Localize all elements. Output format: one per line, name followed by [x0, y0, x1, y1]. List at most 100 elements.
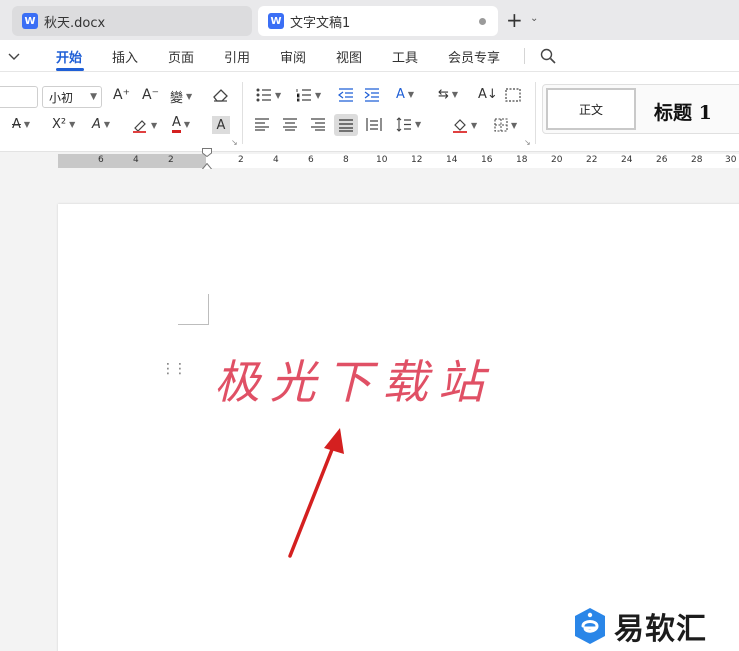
- menu-membership[interactable]: 会员专享: [448, 47, 500, 66]
- document-text[interactable]: 极光下载站: [214, 346, 494, 412]
- paint-bucket-icon: [453, 119, 467, 133]
- borders-button[interactable]: ▼: [494, 118, 517, 132]
- shrink-font-icon: A⁻: [142, 87, 159, 103]
- paragraph-dialog-launcher-icon[interactable]: ↘: [524, 138, 531, 147]
- style-heading-1[interactable]: 标题 1: [654, 98, 712, 125]
- tab-document-1[interactable]: W 文字文稿1: [258, 6, 498, 36]
- chevron-down-icon: ▼: [415, 120, 422, 129]
- character-shading-icon: A: [216, 117, 226, 133]
- ruler-tick-label: 4: [273, 155, 279, 165]
- font-dialog-launcher-icon[interactable]: ↘: [231, 138, 238, 147]
- shading-button[interactable]: ▼: [452, 117, 477, 133]
- align-center-icon: [283, 118, 297, 131]
- search-icon[interactable]: [540, 48, 556, 64]
- highlight-button[interactable]: ▼: [132, 117, 157, 133]
- strikethrough-button[interactable]: A ▼: [12, 117, 30, 132]
- chevron-down-icon: ▼: [511, 120, 518, 130]
- menu-tools[interactable]: 工具: [392, 47, 418, 66]
- chevron-down-icon[interactable]: ⌄: [530, 13, 538, 24]
- text-direction-button[interactable]: ⇆ ▼: [438, 87, 458, 102]
- align-center-button[interactable]: [282, 118, 298, 131]
- align-justify-button[interactable]: [334, 114, 358, 136]
- chevron-down-icon[interactable]: [8, 51, 20, 61]
- shrink-font-button[interactable]: A⁻: [142, 87, 159, 103]
- active-tab-indicator: [56, 68, 84, 71]
- bullet-list-icon: [256, 88, 271, 102]
- align-right-button[interactable]: [310, 118, 326, 131]
- highlighter-icon: [133, 120, 146, 133]
- align-justify-icon: [339, 118, 353, 132]
- chinese-layout-button[interactable]: A ▼: [396, 87, 414, 102]
- ruler-tick-label: 18: [516, 155, 528, 165]
- drag-handle-icon[interactable]: ⋮⋮: [161, 362, 187, 376]
- watermark-text: 易软汇: [614, 612, 707, 647]
- superscript-button[interactable]: X² ▼: [52, 117, 75, 132]
- divider: [524, 48, 525, 64]
- paragraph-marks-icon: [505, 88, 521, 102]
- chevron-down-icon: ▼: [23, 120, 31, 129]
- wps-writer-icon: W: [22, 13, 38, 29]
- numbered-list-button[interactable]: ▼: [296, 88, 321, 102]
- increase-indent-button[interactable]: [364, 88, 380, 102]
- ruler-tick-label: 12: [411, 155, 423, 165]
- chevron-down-icon: ▼: [471, 120, 478, 130]
- ruler-tick-label: 6: [308, 155, 314, 165]
- text-effect-icon: A: [92, 117, 101, 132]
- chevron-down-icon: ▼: [151, 120, 158, 130]
- increase-indent-icon: [364, 88, 379, 102]
- strikethrough-icon: A: [12, 117, 21, 132]
- menu-home[interactable]: 开始: [56, 47, 82, 66]
- chevron-down-icon: ▼: [275, 90, 282, 100]
- chevron-down-icon: ▼: [103, 120, 111, 129]
- ruler-margin-area: [58, 154, 206, 168]
- grow-font-button[interactable]: A⁺: [113, 87, 130, 103]
- distribute-button[interactable]: [366, 117, 382, 132]
- menu-page[interactable]: 页面: [168, 47, 194, 66]
- tab-document-autumn[interactable]: W 秋天.docx: [12, 6, 252, 36]
- ruler-tick-label: 20: [551, 155, 563, 165]
- font-color-button[interactable]: A ▼: [172, 116, 190, 133]
- divider: [242, 82, 243, 144]
- phonetic-guide-button[interactable]: 變 ▼: [170, 87, 192, 106]
- ruler-tick-label: 2: [168, 155, 174, 165]
- chevron-down-icon: ▼: [315, 90, 322, 100]
- font-size-select[interactable]: 小初 ▼: [42, 86, 102, 108]
- ruler-tick-label: 10: [376, 155, 388, 165]
- horizontal-ruler[interactable]: 6 4 2 2 4 6 8 10 12 14 16 18 20 22 24 26…: [58, 154, 739, 168]
- menu-view[interactable]: 视图: [336, 47, 362, 66]
- menu-references[interactable]: 引用: [224, 47, 250, 66]
- eraser-icon: [213, 89, 228, 102]
- clear-format-button[interactable]: [212, 87, 229, 102]
- sort-button[interactable]: A↓: [478, 87, 498, 102]
- font-family-select[interactable]: [0, 86, 38, 108]
- first-line-indent-handle[interactable]: [202, 148, 212, 157]
- menu-review[interactable]: 审阅: [280, 47, 306, 66]
- ruler-tick-label: 16: [481, 155, 493, 165]
- chevron-down-icon: ▼: [90, 92, 97, 102]
- new-tab-button[interactable]: +: [506, 10, 523, 30]
- chevron-down-icon: ▼: [183, 120, 191, 129]
- distribute-icon: [366, 118, 382, 131]
- style-normal[interactable]: 正文: [546, 88, 636, 130]
- show-marks-button[interactable]: [505, 88, 521, 102]
- line-spacing-icon: [396, 117, 411, 132]
- decrease-indent-button[interactable]: [338, 88, 354, 102]
- ruler-tick-label: 8: [343, 155, 349, 165]
- chevron-down-icon: ▼: [407, 90, 415, 99]
- numbered-list-icon: [296, 89, 311, 102]
- text-effect-button[interactable]: A ▼: [92, 117, 110, 132]
- superscript-icon: X²: [52, 117, 67, 132]
- tab-title: 秋天.docx: [44, 15, 106, 31]
- wps-writer-icon: W: [268, 13, 284, 29]
- align-left-icon: [255, 118, 269, 131]
- line-spacing-button[interactable]: ▼: [396, 117, 421, 132]
- document-page[interactable]: [58, 204, 739, 651]
- chevron-down-icon: ▼: [451, 90, 459, 99]
- watermark: 易软汇: [572, 604, 707, 648]
- bullet-list-button[interactable]: ▼: [256, 88, 281, 102]
- character-shading-button[interactable]: A: [212, 116, 230, 134]
- align-left-button[interactable]: [254, 118, 270, 131]
- unsaved-dot-icon: [479, 18, 486, 25]
- menu-insert[interactable]: 插入: [112, 47, 138, 66]
- ruler-tick-label: 14: [446, 155, 458, 165]
